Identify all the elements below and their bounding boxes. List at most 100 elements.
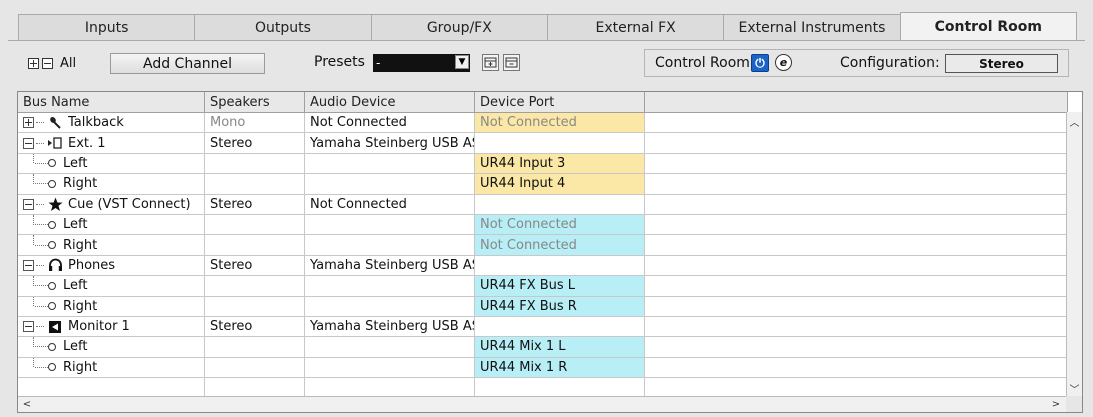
tab-outputs[interactable]: Outputs: [194, 14, 372, 40]
expand-all-icon[interactable]: [28, 58, 39, 69]
bus-name-cell: Right: [18, 357, 205, 378]
vertical-scrollbar[interactable]: ︿ ﹀: [1066, 112, 1082, 397]
chevron-down-icon[interactable]: ▼: [455, 55, 469, 69]
tab-bar: Inputs Outputs Group/FX External FX External…: [18, 12, 1077, 40]
collapse-icon[interactable]: [23, 259, 34, 271]
device-port-value: UR44 Mix 1 L: [480, 339, 566, 355]
audio-device-cell[interactable]: [305, 235, 475, 255]
table-row[interactable]: Left UR44 Mix 1 L: [18, 337, 1068, 358]
speakers-cell: Stereo: [205, 194, 305, 214]
audio-device-cell[interactable]: [305, 174, 475, 194]
bus-tree-node: Talkback: [23, 115, 124, 130]
table-row[interactable]: Monitor 1 Stereo Yamaha Steinberg USB AS: [18, 316, 1068, 338]
table-row[interactable]: Left Not Connected: [18, 214, 1068, 236]
device-port-cell[interactable]: UR44 Input 3: [475, 153, 645, 174]
audio-device-cell[interactable]: Yamaha Steinberg USB AS: [305, 133, 475, 153]
bus-name[interactable]: Monitor 1: [68, 319, 130, 334]
device-port-cell[interactable]: [475, 255, 645, 276]
collapse-all-icon[interactable]: [42, 58, 53, 69]
column-header-3[interactable]: Device Port: [475, 92, 645, 112]
table-row[interactable]: Cue (VST Connect) Stereo Not Connected: [18, 194, 1068, 215]
audio-device-cell[interactable]: [305, 276, 475, 296]
tab-external-fx[interactable]: External FX: [546, 14, 725, 40]
table-header: Bus Name Speakers Audio Device Device Port: [18, 92, 1068, 113]
device-port-cell[interactable]: [475, 378, 645, 398]
expand-icon[interactable]: [23, 117, 34, 129]
collapse-icon[interactable]: [23, 321, 34, 333]
collapse-icon[interactable]: [23, 198, 34, 210]
table-row[interactable]: Right UR44 Input 4: [18, 174, 1068, 195]
table-row[interactable]: Ext. 1 Stereo Yamaha Steinberg USB AS: [18, 133, 1068, 154]
audio-device-cell[interactable]: Yamaha Steinberg USB AS: [305, 316, 475, 337]
device-port-cell[interactable]: UR44 Mix 1 L: [475, 337, 645, 357]
table-row[interactable]: Right Not Connected: [18, 235, 1068, 256]
audio-device-cell[interactable]: Yamaha Steinberg USB AS: [305, 255, 475, 276]
configuration-value[interactable]: Stereo: [945, 54, 1058, 73]
device-port-cell[interactable]: [475, 194, 645, 214]
device-port-cell[interactable]: UR44 Mix 1 R: [475, 357, 645, 378]
table-row[interactable]: Phones Stereo Yamaha Steinberg USB AS: [18, 255, 1068, 277]
column-header-2[interactable]: Audio Device: [305, 92, 475, 112]
tab-group-fx[interactable]: Group/FX: [370, 14, 548, 40]
presets-select[interactable]: - ▼: [373, 54, 470, 72]
toolbar: All Add Channel Presets - ▼ Control Room…: [8, 41, 1085, 85]
device-port-cell[interactable]: UR44 Input 4: [475, 174, 645, 194]
device-port-cell[interactable]: Not Connected: [475, 235, 645, 255]
speakers-value: Stereo: [210, 196, 253, 212]
audio-device-cell[interactable]: Not Connected: [305, 113, 475, 133]
scroll-left-icon[interactable]: <: [19, 397, 35, 412]
empty-cell: [645, 276, 1068, 296]
delete-preset-icon[interactable]: [503, 54, 520, 71]
audio-device-cell[interactable]: [305, 357, 475, 378]
table-row[interactable]: Left UR44 Input 3: [18, 153, 1068, 175]
scroll-right-icon[interactable]: >: [1048, 397, 1064, 412]
tab-control-room[interactable]: Control Room: [899, 12, 1077, 40]
control-room-group: Control Room: ⏻ e Configuration: Stereo: [644, 49, 1069, 77]
table-row[interactable]: Left UR44 FX Bus L: [18, 276, 1068, 297]
port-icon: [48, 179, 56, 188]
speaker-icon: [47, 320, 63, 334]
device-port-cell[interactable]: UR44 FX Bus R: [475, 296, 645, 316]
device-port-cell[interactable]: Not Connected: [475, 214, 645, 235]
audio-device-cell[interactable]: Not Connected: [305, 194, 475, 214]
audio-device-cell[interactable]: [305, 378, 475, 398]
bus-name[interactable]: Phones: [68, 258, 115, 273]
e-icon[interactable]: e: [775, 54, 792, 71]
scroll-up-icon[interactable]: ︿: [1067, 113, 1082, 129]
save-preset-icon[interactable]: [482, 54, 499, 71]
audio-device-cell[interactable]: [305, 296, 475, 316]
device-port-cell[interactable]: [475, 316, 645, 337]
tree-connector: [35, 162, 48, 164]
column-header-0[interactable]: Bus Name: [18, 92, 205, 112]
tab-inputs[interactable]: Inputs: [18, 14, 196, 40]
audio-device-cell[interactable]: [305, 214, 475, 235]
column-header-1[interactable]: Speakers: [205, 92, 305, 112]
port-name: Left: [63, 155, 88, 171]
bus-name-cell: Talkback: [18, 113, 205, 133]
audio-device-cell[interactable]: [305, 337, 475, 357]
expand-collapse-all[interactable]: All: [28, 56, 76, 71]
horizontal-scrollbar[interactable]: < >: [18, 396, 1082, 412]
bus-name-cell: Phones: [18, 255, 205, 276]
port-tree-node: Right: [23, 357, 97, 375]
scroll-down-icon[interactable]: ﹀: [1067, 380, 1082, 396]
bus-name[interactable]: Cue (VST Connect): [68, 197, 191, 212]
control-room-label: Control Room:: [655, 55, 755, 71]
device-port-cell[interactable]: UR44 FX Bus L: [475, 276, 645, 296]
device-port-cell[interactable]: [475, 133, 645, 153]
port-name: Right: [63, 176, 98, 192]
bus-name[interactable]: Ext. 1: [68, 136, 106, 151]
bus-name[interactable]: Talkback: [68, 115, 124, 130]
add-channel-button[interactable]: Add Channel: [110, 53, 265, 74]
power-icon[interactable]: ⏻: [751, 54, 769, 72]
bus-name-cell: [18, 378, 205, 398]
empty-cell: [645, 194, 1068, 214]
table-row[interactable]: Right UR44 FX Bus R: [18, 296, 1068, 317]
audio-device-cell[interactable]: [305, 153, 475, 174]
device-port-cell[interactable]: Not Connected: [475, 113, 645, 133]
column-header-4[interactable]: [645, 92, 1068, 112]
collapse-icon[interactable]: [23, 137, 34, 149]
tab-external-instruments[interactable]: External Instruments: [723, 14, 901, 40]
table-row[interactable]: Talkback Mono Not Connected Not Connected: [18, 113, 1068, 134]
table-row[interactable]: Right UR44 Mix 1 R: [18, 357, 1068, 379]
